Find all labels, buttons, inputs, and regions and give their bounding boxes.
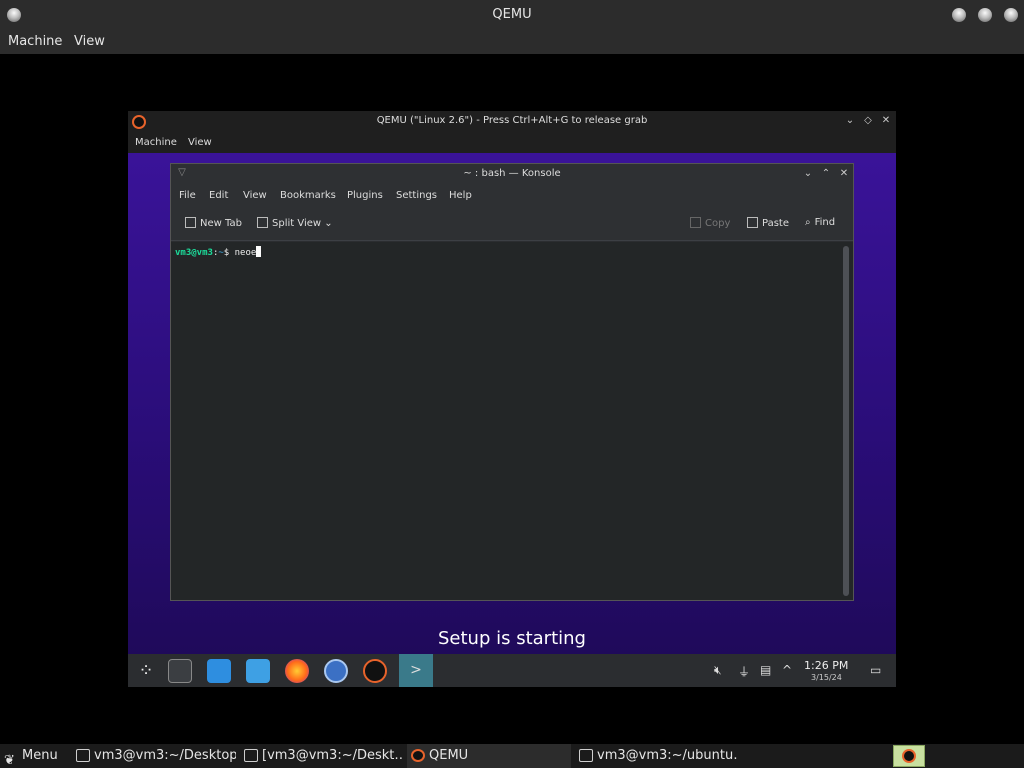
system-settings-icon[interactable] (168, 659, 192, 683)
terminal-prompt-line: vm3@vm3:~$ neoe (175, 246, 262, 258)
chevron-down-icon[interactable]: ⌄ (843, 114, 857, 128)
guest-qemu-title: QEMU ("Linux 2.6") - Press Ctrl+Alt+G to… (376, 115, 648, 126)
clock-date: 3/15/24 (811, 673, 842, 682)
taskbar-item-label: QEMU (429, 748, 469, 763)
clock-time[interactable]: 1:26 PM (804, 659, 848, 672)
menu-plugins[interactable]: Plugins (347, 190, 383, 201)
taskbar-item-qemu[interactable]: QEMU (407, 744, 571, 768)
setup-message: Setup is starting (438, 628, 586, 649)
guest-qemu-title-bar: QEMU ("Linux 2.6") - Press Ctrl+Alt+G to… (128, 111, 896, 133)
diamond-icon[interactable]: ◇ (861, 114, 875, 128)
find-button[interactable]: ⌕ Find (805, 217, 835, 228)
paste-button[interactable]: Paste (747, 217, 789, 229)
terminal-area[interactable]: vm3@vm3:~$ neoe (171, 242, 853, 600)
menu-file[interactable]: File (179, 190, 196, 201)
close-icon[interactable]: ✕ (879, 114, 893, 128)
taskbar-item-label: [vm3@vm3:~/Deskt… (262, 748, 404, 763)
new-tab-label: New Tab (200, 218, 242, 229)
copy-label: Copy (705, 218, 731, 229)
terminal-command: neoe (234, 248, 257, 258)
split-view-label: Split View (272, 218, 322, 229)
konsole-title: ~ : bash — Konsole (463, 168, 561, 179)
konsole-title-bar: ▽ ~ : bash — Konsole ⌄ ⌃ ✕ (171, 164, 853, 185)
konsole-menu-bar: File Edit View Bookmarks Plugins Setting… (171, 185, 853, 207)
show-desktop-icon[interactable]: ▭ (870, 663, 881, 677)
menu-view[interactable]: View (243, 190, 267, 201)
network-icon[interactable]: ▤ (760, 663, 771, 677)
guest-taskbar: ⁘ > 🔇︎ ⏚ ▤ ^ 1:26 PM 3/15/24 ▭ (128, 654, 896, 687)
split-view-icon (257, 217, 268, 228)
menu-edit[interactable]: Edit (209, 190, 228, 201)
host-title-bar: QEMU (0, 0, 1024, 30)
menu-machine[interactable]: Machine (135, 137, 177, 148)
chevron-down-icon[interactable]: ⌄ (324, 218, 332, 229)
chevron-down-icon[interactable]: ⌄ (801, 167, 815, 181)
terminal-icon (76, 749, 90, 762)
store-icon[interactable] (207, 659, 231, 683)
minimize-icon[interactable] (952, 8, 966, 22)
split-view-button[interactable]: Split View ⌄ (257, 217, 333, 229)
menu-view[interactable]: View (74, 34, 105, 49)
terminal-scrollbar[interactable] (843, 246, 849, 596)
workspace-switcher[interactable] (893, 745, 925, 767)
menu-settings[interactable]: Settings (396, 190, 437, 201)
search-icon: ⌕ (805, 217, 811, 228)
menu-view[interactable]: View (188, 137, 212, 148)
konsole-toolbar: New Tab Split View ⌄ Copy Paste ⌕ Find (171, 207, 853, 241)
gnome-foot-icon: ❦ (4, 753, 15, 768)
terminal-icon (579, 749, 593, 762)
host-taskbar: ❦ Menu vm3@vm3:~/Desktop [vm3@vm3:~/Desk… (0, 744, 1024, 768)
qemu-logo-icon (411, 749, 425, 762)
find-label: Find (814, 217, 836, 228)
usb-icon[interactable]: ⏚ (738, 663, 750, 680)
menu-bookmarks[interactable]: Bookmarks (280, 190, 336, 201)
terminal-icon (244, 749, 258, 762)
new-tab-button[interactable]: New Tab (185, 217, 242, 229)
guest-screen[interactable]: QEMU ("Linux 2.6") - Press Ctrl+Alt+G to… (128, 111, 896, 687)
host-window-title: QEMU (492, 7, 532, 22)
host-menu-bar: Machine View (0, 30, 1024, 54)
menu-label: Menu (22, 748, 58, 763)
taskbar-item-ubuntu-terminal[interactable]: vm3@vm3:~/ubuntu… (575, 744, 739, 768)
taskbar-item-desktop-terminal[interactable]: vm3@vm3:~/Desktop (72, 744, 236, 768)
konsole-window[interactable]: ▽ ~ : bash — Konsole ⌄ ⌃ ✕ File Edit Vie… (170, 163, 854, 601)
terminal-icon[interactable]: > (399, 654, 433, 687)
qemu-logo-icon[interactable] (363, 659, 387, 683)
prompt-user: vm3@vm3 (175, 248, 213, 258)
paste-label: Paste (762, 218, 789, 229)
firefox-icon[interactable] (285, 659, 309, 683)
close-icon[interactable]: ✕ (837, 167, 851, 181)
prompt-symbol: $ (223, 248, 230, 258)
text-cursor (256, 246, 262, 257)
maximize-icon[interactable] (978, 8, 992, 22)
maximize-icon[interactable]: ⌃ (819, 167, 833, 181)
copy-button[interactable]: Copy (690, 217, 730, 229)
volume-muted-icon[interactable]: 🔇︎ (714, 663, 722, 678)
chevron-up-icon[interactable]: ^ (782, 663, 792, 677)
menu-machine[interactable]: Machine (8, 34, 62, 49)
close-icon[interactable] (1004, 8, 1018, 22)
taskbar-item-label: vm3@vm3:~/ubuntu… (597, 748, 739, 763)
new-tab-icon (185, 217, 196, 228)
paste-icon (747, 217, 758, 228)
app-launcher-icon[interactable]: ⁘ (134, 659, 158, 683)
taskbar-item-desktop-terminal-2[interactable]: [vm3@vm3:~/Deskt… (240, 744, 404, 768)
qemu-logo-icon (902, 749, 916, 763)
files-icon[interactable] (246, 659, 270, 683)
copy-icon (690, 217, 701, 228)
browser-icon[interactable] (324, 659, 348, 683)
guest-qemu-menu-bar: Machine View (128, 133, 896, 153)
taskbar-item-label: vm3@vm3:~/Desktop (94, 748, 236, 763)
menu-help[interactable]: Help (449, 190, 472, 201)
menu-button[interactable]: ❦ Menu (0, 744, 70, 768)
